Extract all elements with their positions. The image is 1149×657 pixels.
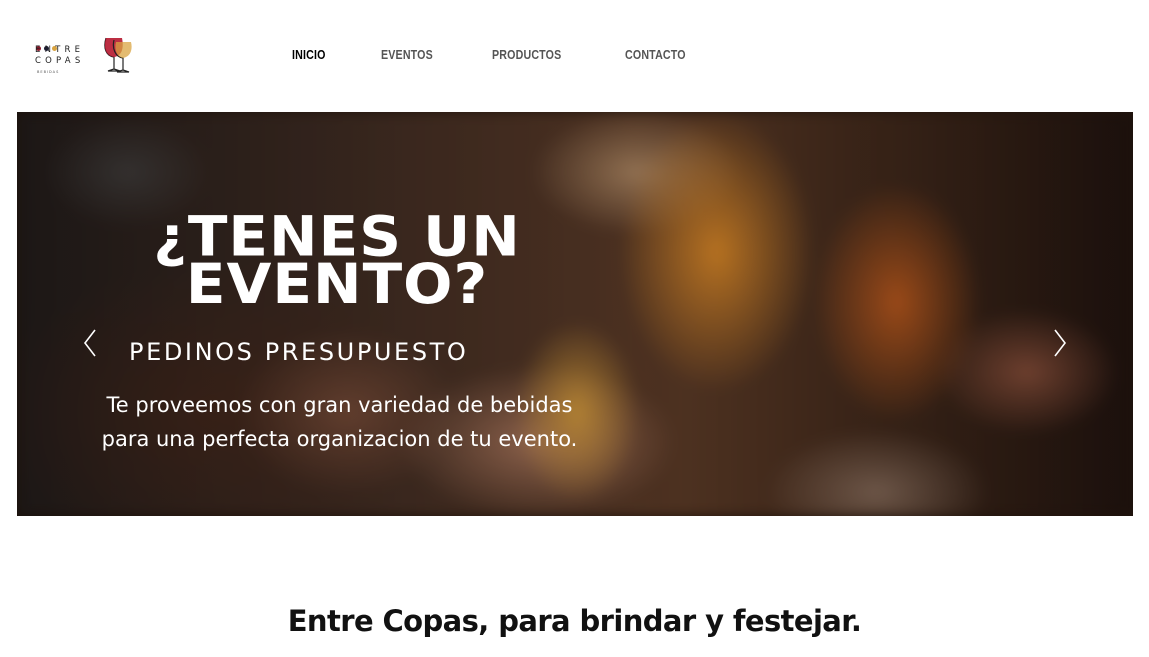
brand-logo[interactable]: ENTRE COPAS BEBIDAS [32,30,142,80]
slider-next-button[interactable] [1047,326,1071,360]
logo-text-entre: ENTRE [35,45,85,55]
logo-text-bebidas: BEBIDAS [37,70,60,74]
nav-item-contacto[interactable]: CONTACTO [625,47,686,62]
nav-item-inicio[interactable]: INICIO [292,47,326,62]
chevron-right-icon [1054,329,1067,357]
hero-title-line2: EVENTO? [185,251,489,317]
nav-item-eventos[interactable]: EVENTOS [381,47,433,62]
hero-description-line1: Te proveemos con gran variedad de bebida… [106,393,573,417]
slider-prev-button[interactable] [79,326,103,360]
wine-glass-icon [104,37,132,73]
hero-description-line2: para una perfecta organizacion de tu eve… [101,427,578,451]
hero-description: Te proveemos con gran variedad de bebida… [47,388,632,456]
nav-item-productos[interactable]: PRODUCTOS [492,47,561,62]
hero-subtitle: PEDINOS PRESUPUESTO [129,338,469,366]
hero-slider: ¿TENES UN EVENTO? PEDINOS PRESUPUESTO Te… [17,112,1133,516]
hero-title: ¿TENES UN EVENTO? [57,209,617,317]
logo-text-copas: COPAS [35,56,85,66]
chevron-left-icon [83,329,96,357]
main-nav: INICIO EVENTOS PRODUCTOS CONTACTO [292,47,699,62]
site-header: ENTRE COPAS BEBIDAS INICIO EVENTOS PRODU… [0,0,1149,112]
tagline-heading: Entre Copas, para brindar y festejar. [287,604,862,638]
